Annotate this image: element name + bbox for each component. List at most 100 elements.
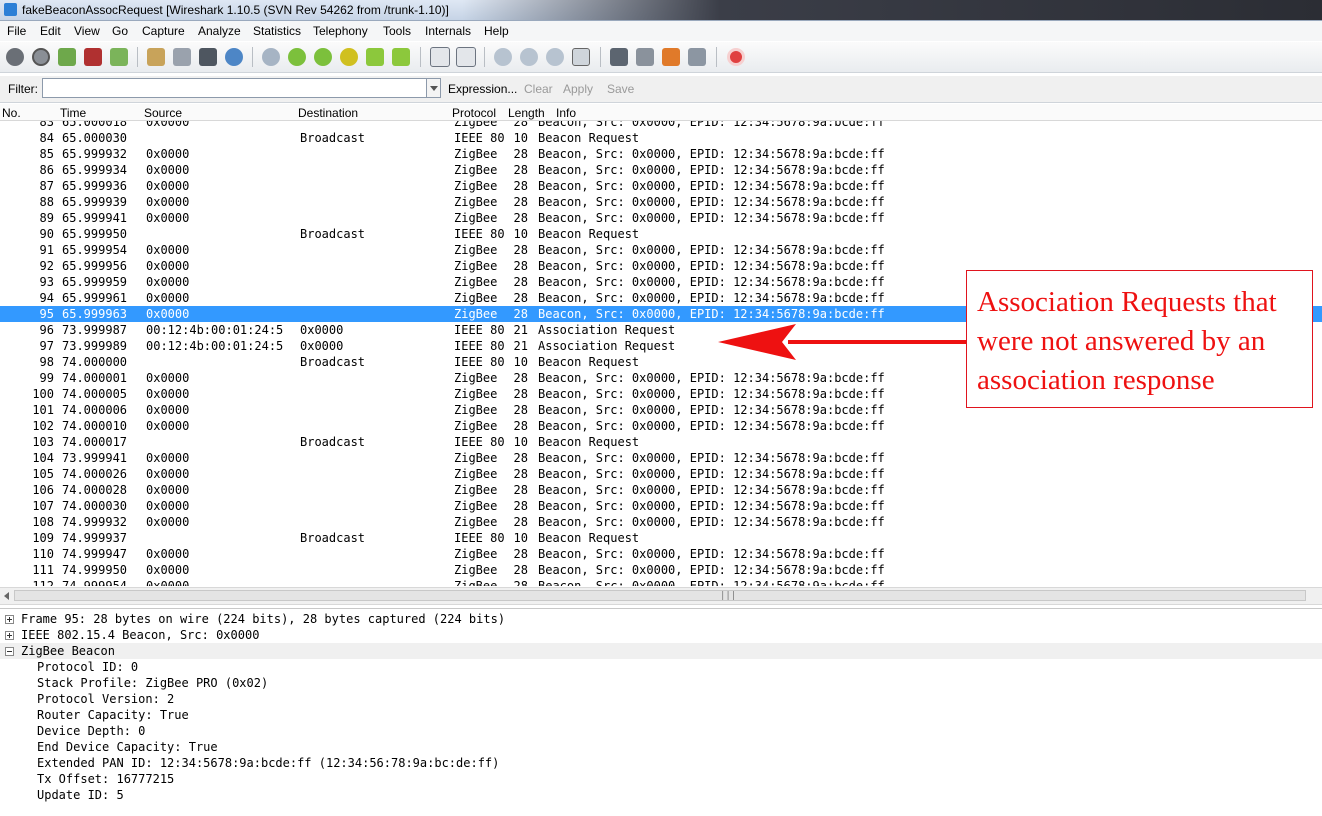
packet-row[interactable]: 110 74.999947 0x0000 ZigBee 28 Beacon, Src: 0…: [0, 546, 1322, 562]
stop-capture-icon[interactable]: [84, 48, 102, 66]
packet-row[interactable]: 105 74.000026 0x0000 ZigBee 28 Beacon, Src: 0…: [0, 466, 1322, 482]
packet-row[interactable]: 111 74.999950 0x0000 ZigBee 28 Beacon, Src: 0…: [0, 562, 1322, 578]
packet-info: Beacon, Src: 0x0000, EPID: 12:34:5678:9a…: [538, 515, 885, 529]
last-packet-icon[interactable]: [392, 48, 410, 66]
packet-row[interactable]: 90 65.999950 Broadcast IEEE 80 10 Beacon Requ…: [0, 226, 1322, 242]
column-header-time[interactable]: Time: [60, 106, 86, 120]
menu-view[interactable]: View: [74, 24, 100, 38]
scrollbar-thumb[interactable]: [14, 590, 1306, 601]
zoom-out-icon[interactable]: [520, 48, 538, 66]
menu-telephony[interactable]: Telephony: [313, 24, 368, 38]
packet-row[interactable]: 89 65.999941 0x0000 ZigBee 28 Beacon, Src: 0x…: [0, 210, 1322, 226]
detail-tree-item[interactable]: End Device Capacity: True: [0, 739, 1322, 755]
detail-tree-item[interactable]: Router Capacity: True: [0, 707, 1322, 723]
packet-row[interactable]: 102 74.000010 0x0000 ZigBee 28 Beacon, Src: 0…: [0, 418, 1322, 434]
menu-file[interactable]: File: [7, 24, 26, 38]
interface-list-icon[interactable]: [6, 48, 24, 66]
detail-tree-item[interactable]: Protocol ID: 0: [0, 659, 1322, 675]
back-icon[interactable]: [288, 48, 306, 66]
detail-tree-item[interactable]: Protocol Version: 2: [0, 691, 1322, 707]
menu-edit[interactable]: Edit: [40, 24, 61, 38]
packet-length: 28: [513, 291, 528, 305]
column-header-length[interactable]: Length: [508, 106, 545, 120]
packet-row[interactable]: 86 65.999934 0x0000 ZigBee 28 Beacon, Src: 0x…: [0, 162, 1322, 178]
resize-columns-icon[interactable]: [572, 48, 590, 66]
open-file-icon[interactable]: [147, 48, 165, 66]
expand-icon[interactable]: [5, 615, 14, 624]
column-header-no[interactable]: No.: [2, 106, 21, 120]
packet-info: Beacon Request: [538, 131, 640, 145]
packet-number: 98: [39, 355, 54, 369]
close-file-icon[interactable]: [199, 48, 217, 66]
packet-row[interactable]: 106 74.000028 0x0000 ZigBee 28 Beacon, Src: 0…: [0, 482, 1322, 498]
detail-tree-item[interactable]: Stack Profile: ZigBee PRO (0x02): [0, 675, 1322, 691]
detail-tree-item[interactable]: IEEE 802.15.4 Beacon, Src: 0x0000: [0, 627, 1322, 643]
detail-tree-item[interactable]: Tx Offset: 16777215: [0, 771, 1322, 787]
display-filters-icon[interactable]: [636, 48, 654, 66]
options-icon[interactable]: [32, 48, 50, 66]
save-file-icon[interactable]: [173, 48, 191, 66]
menu-capture[interactable]: Capture: [142, 24, 185, 38]
colorize-icon[interactable]: [430, 47, 450, 67]
expression-button[interactable]: Expression...: [448, 82, 517, 96]
reload-icon[interactable]: [225, 48, 243, 66]
detail-tree-item[interactable]: Frame 95: 28 bytes on wire (224 bits), 2…: [0, 611, 1322, 627]
coloring-rules-icon[interactable]: [662, 48, 680, 66]
packet-row[interactable]: 87 65.999936 0x0000 ZigBee 28 Beacon, Src: 0x…: [0, 178, 1322, 194]
packet-row[interactable]: 103 74.000017 Broadcast IEEE 80 10 Beacon Req…: [0, 434, 1322, 450]
capture-filters-icon[interactable]: [610, 48, 628, 66]
scroll-left-icon[interactable]: [4, 592, 9, 600]
help-icon[interactable]: [727, 48, 745, 66]
collapse-icon[interactable]: [5, 647, 14, 656]
expand-icon[interactable]: [5, 631, 14, 640]
column-header-protocol[interactable]: Protocol: [452, 106, 496, 120]
find-icon[interactable]: [262, 48, 280, 66]
zoom-in-icon[interactable]: [494, 48, 512, 66]
packet-row[interactable]: 104 73.999941 0x0000 ZigBee 28 Beacon, Src: 0…: [0, 450, 1322, 466]
packet-details-pane[interactable]: Frame 95: 28 bytes on wire (224 bits), 2…: [0, 608, 1322, 816]
display-filter-input[interactable]: [42, 78, 428, 98]
packet-row[interactable]: 107 74.000030 0x0000 ZigBee 28 Beacon, Src: 0…: [0, 498, 1322, 514]
packet-row[interactable]: 91 65.999954 0x0000 ZigBee 28 Beacon, Src: 0x…: [0, 242, 1322, 258]
first-packet-icon[interactable]: [366, 48, 384, 66]
detail-tree-item[interactable]: Update ID: 5: [0, 787, 1322, 803]
column-header-source[interactable]: Source: [144, 106, 182, 120]
packet-row[interactable]: 83 65.000018 0x0000 ZigBee 28 Beacon, Src: 0x…: [0, 121, 1322, 130]
preferences-icon[interactable]: [688, 48, 706, 66]
forward-icon[interactable]: [314, 48, 332, 66]
packet-row[interactable]: 88 65.999939 0x0000 ZigBee 28 Beacon, Src: 0x…: [0, 194, 1322, 210]
menu-help[interactable]: Help: [484, 24, 509, 38]
packet-length: 28: [513, 259, 528, 273]
packet-list-scrollbar[interactable]: |||: [0, 587, 1322, 605]
filter-dropdown-button[interactable]: [426, 78, 441, 98]
packet-length: 28: [513, 243, 528, 257]
zoom-normal-icon[interactable]: [546, 48, 564, 66]
start-capture-icon[interactable]: [58, 48, 76, 66]
packet-row[interactable]: 108 74.999932 0x0000 ZigBee 28 Beacon, Src: 0…: [0, 514, 1322, 530]
packet-row[interactable]: 85 65.999932 0x0000 ZigBee 28 Beacon, Src: 0x…: [0, 146, 1322, 162]
packet-length: 28: [513, 483, 528, 497]
save-filter-button[interactable]: Save: [607, 82, 634, 96]
detail-text: ZigBee Beacon: [21, 644, 115, 658]
apply-button[interactable]: Apply: [563, 82, 593, 96]
packet-row[interactable]: 112 74.999954 0x0000 ZigBee 28 Beacon, Src: 0…: [0, 578, 1322, 586]
menu-analyze[interactable]: Analyze: [198, 24, 241, 38]
menu-internals[interactable]: Internals: [425, 24, 471, 38]
column-header-info[interactable]: Info: [556, 106, 576, 120]
goto-icon[interactable]: [340, 48, 358, 66]
detail-tree-item[interactable]: ZigBee Beacon: [0, 643, 1322, 659]
packet-row[interactable]: 109 74.999937 Broadcast IEEE 80 10 Beacon Req…: [0, 530, 1322, 546]
packet-info: Beacon, Src: 0x0000, EPID: 12:34:5678:9a…: [538, 291, 885, 305]
autoscroll-icon[interactable]: [456, 47, 476, 67]
filter-toolbar: Filter: Expression... Clear Apply Save: [0, 76, 1322, 103]
restart-capture-icon[interactable]: [110, 48, 128, 66]
packet-info: Beacon, Src: 0x0000, EPID: 12:34:5678:9a…: [538, 579, 885, 586]
detail-tree-item[interactable]: Extended PAN ID: 12:34:5678:9a:bcde:ff (…: [0, 755, 1322, 771]
detail-tree-item[interactable]: Device Depth: 0: [0, 723, 1322, 739]
menu-tools[interactable]: Tools: [383, 24, 411, 38]
clear-button[interactable]: Clear: [524, 82, 553, 96]
packet-row[interactable]: 84 65.000030 Broadcast IEEE 80 10 Beacon Requ…: [0, 130, 1322, 146]
menu-statistics[interactable]: Statistics: [253, 24, 301, 38]
column-header-destination[interactable]: Destination: [298, 106, 358, 120]
menu-go[interactable]: Go: [112, 24, 128, 38]
